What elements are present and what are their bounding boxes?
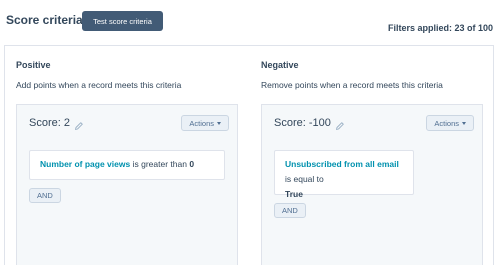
criterion-operator: is equal to [285, 174, 324, 184]
negative-criterion-card[interactable]: Unsubscribed from all email is equal to … [274, 150, 414, 199]
positive-score-header: Score: 2 [29, 117, 84, 130]
positive-criterion-card[interactable]: Number of page views is greater than 0 [29, 150, 225, 180]
positive-and-button[interactable]: AND [29, 188, 61, 203]
test-score-criteria-button[interactable]: Test score criteria [82, 11, 163, 31]
criterion-property-link[interactable]: Unsubscribed from all email [285, 159, 399, 169]
pencil-icon[interactable] [74, 118, 84, 130]
criteria-container: Positive Add points when a record meets … [4, 45, 494, 265]
caret-down-icon [462, 121, 466, 125]
negative-and-button[interactable]: AND [274, 203, 306, 218]
page-title: Score criteria [6, 13, 83, 27]
positive-actions-button[interactable]: Actions [181, 115, 229, 131]
positive-score-panel: Score: 2 Actions Number of page views is… [16, 104, 238, 265]
positive-heading: Positive [16, 60, 51, 70]
filters-applied-count: Filters applied: 23 of 100 [387, 23, 493, 33]
negative-description: Remove points when a record meets this c… [261, 80, 443, 90]
criterion-value: True [285, 189, 303, 199]
positive-column: Positive Add points when a record meets … [16, 46, 238, 265]
actions-label: Actions [434, 118, 459, 128]
criterion-property-link[interactable]: Number of page views [40, 159, 130, 169]
negative-heading: Negative [261, 60, 299, 70]
negative-score-label: Score: -100 [274, 117, 331, 129]
negative-score-panel: Score: -100 Actions Unsubscribed from al… [261, 104, 483, 265]
negative-actions-button[interactable]: Actions [426, 115, 474, 131]
criterion-value: 0 [189, 159, 195, 169]
positive-score-label: Score: 2 [29, 117, 70, 129]
criterion-operator: is greater than [132, 159, 187, 169]
caret-down-icon [217, 121, 221, 125]
negative-score-header: Score: -100 [274, 117, 345, 130]
positive-description: Add points when a record meets this crit… [16, 80, 182, 90]
actions-label: Actions [189, 118, 214, 128]
negative-column: Negative Remove points when a record mee… [261, 46, 483, 265]
pencil-icon[interactable] [335, 118, 345, 130]
